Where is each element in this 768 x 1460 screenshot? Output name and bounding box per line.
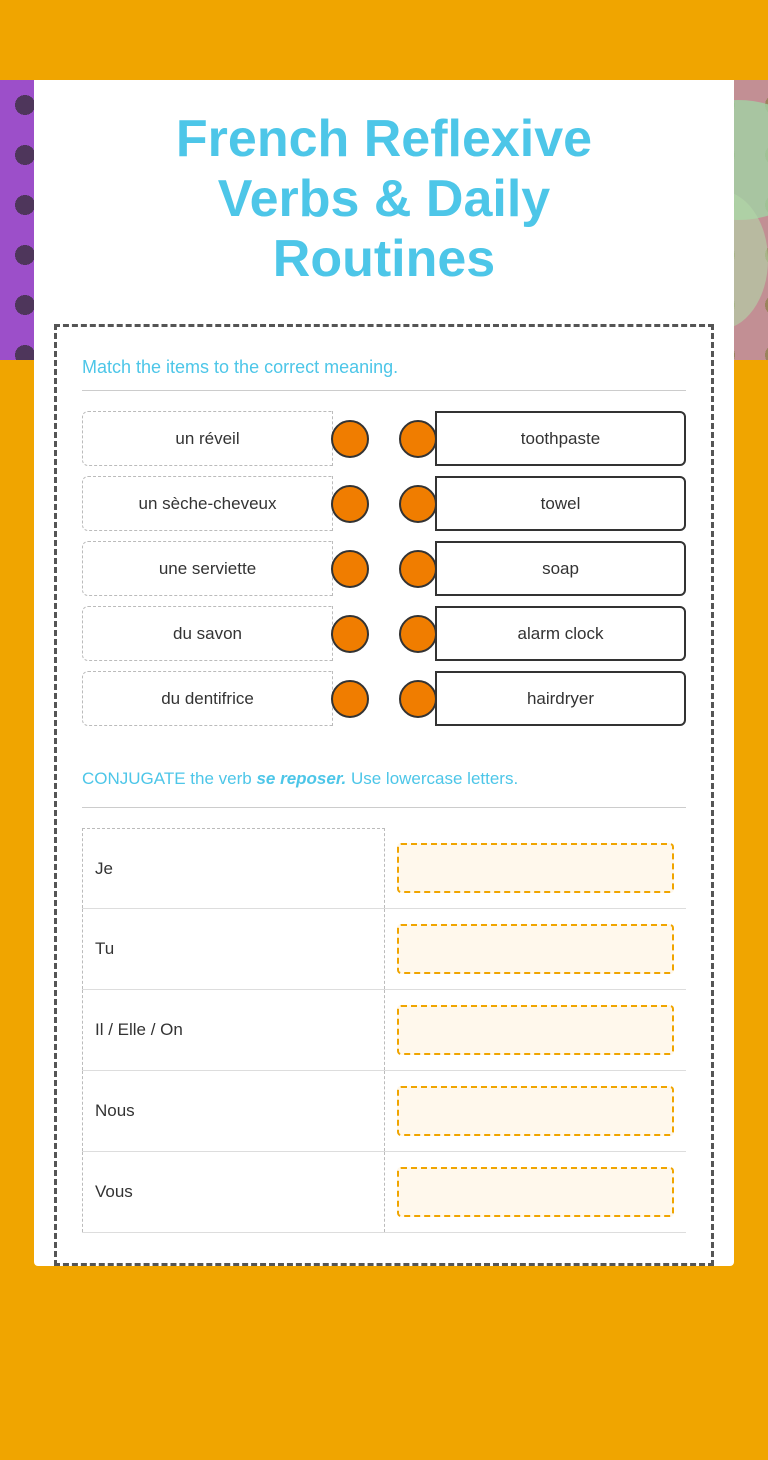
section-divider [82,390,686,391]
title-area: French Reflexive Verbs & Daily Routines [34,80,734,314]
conjugate-divider [82,807,686,808]
left-dot-2[interactable] [331,485,369,523]
match-row-5: du dentifrice hairdryer [82,671,686,726]
left-box-5: du dentifrice [82,671,333,726]
match-instruction: Match the items to the correct meaning. [82,357,686,378]
match-row-1: un réveil toothpaste [82,411,686,466]
right-box-1: toothpaste [435,411,686,466]
answer-input-vous[interactable] [397,1167,674,1217]
right-dot-2[interactable] [399,485,437,523]
conjugate-row-vous: Vous [83,1152,687,1233]
conjugate-row-nous: Nous [83,1071,687,1152]
answer-input-nous[interactable] [397,1086,674,1136]
subject-tu: Tu [83,909,385,990]
right-item-3: soap [399,541,686,596]
left-box-4: du savon [82,606,333,661]
right-item-4: alarm clock [399,606,686,661]
right-box-3: soap [435,541,686,596]
right-item-1: toothpaste [399,411,686,466]
page-title: French Reflexive Verbs & Daily Routines [74,110,694,289]
right-item-5: hairdryer [399,671,686,726]
answer-cell-vous [384,1152,686,1233]
conjugate-table: Je Tu [82,828,686,1234]
answer-input-il[interactable] [397,1005,674,1055]
answer-cell-tu [384,909,686,990]
right-dot-4[interactable] [399,615,437,653]
subject-nous: Nous [83,1071,385,1152]
main-card: French Reflexive Verbs & Daily Routines … [34,80,734,1266]
subject-vous: Vous [83,1152,385,1233]
subject-il: Il / Elle / On [83,990,385,1071]
conjugate-section: CONJUGATE the verb se reposer. Use lower… [82,766,686,1233]
match-row-2: un sèche-cheveux towel [82,476,686,531]
answer-input-tu[interactable] [397,924,674,974]
conjugate-row-je: Je [83,828,687,909]
answer-input-je[interactable] [397,843,674,893]
left-box-2: un sèche-cheveux [82,476,333,531]
subject-je: Je [83,828,385,909]
right-box-5: hairdryer [435,671,686,726]
match-row-3: une serviette soap [82,541,686,596]
conjugate-instruction: CONJUGATE the verb se reposer. Use lower… [82,766,686,792]
conjugate-row-il: Il / Elle / On [83,990,687,1071]
left-item-5: du dentifrice [82,671,369,726]
match-section: Match the items to the correct meaning. … [82,357,686,726]
left-dot-5[interactable] [331,680,369,718]
conjugate-row-tu: Tu [83,909,687,990]
left-item-2: un sèche-cheveux [82,476,369,531]
left-item-3: une serviette [82,541,369,596]
left-dot-1[interactable] [331,420,369,458]
right-box-4: alarm clock [435,606,686,661]
right-dot-5[interactable] [399,680,437,718]
left-box-3: une serviette [82,541,333,596]
left-box-1: un réveil [82,411,333,466]
right-dot-3[interactable] [399,550,437,588]
right-dot-1[interactable] [399,420,437,458]
right-box-2: towel [435,476,686,531]
left-dot-3[interactable] [331,550,369,588]
answer-cell-nous [384,1071,686,1152]
content-area: Match the items to the correct meaning. … [54,324,714,1266]
right-item-2: towel [399,476,686,531]
match-container: un réveil toothpaste u [82,411,686,726]
match-row-4: du savon alarm clock [82,606,686,661]
answer-cell-je [384,828,686,909]
left-item-4: du savon [82,606,369,661]
left-item-1: un réveil [82,411,369,466]
answer-cell-il [384,990,686,1071]
left-dot-4[interactable] [331,615,369,653]
